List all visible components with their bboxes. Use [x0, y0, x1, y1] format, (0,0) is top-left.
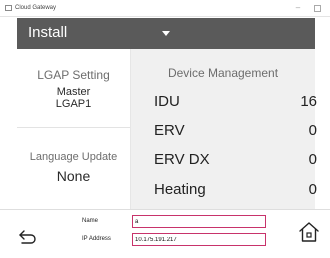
minimize-button[interactable]: – [290, 1, 306, 15]
device-label: ERV [154, 122, 185, 139]
name-label: Name [82, 218, 99, 224]
app-icon [5, 5, 12, 11]
device-row-heating[interactable]: Heating 0 [131, 181, 317, 201]
device-label: ERV DX [154, 151, 210, 168]
lgap-setting-title: LGAP Setting [37, 68, 110, 82]
maximize-icon [313, 5, 321, 12]
device-row-idu[interactable]: IDU 16 [131, 93, 317, 113]
ip-address-label: IP Address [82, 236, 111, 242]
footer-bar: Name IP Address [0, 209, 330, 258]
device-count: 16 [300, 93, 317, 110]
window-title: Cloud Gateway [15, 5, 57, 11]
device-row-erv[interactable]: ERV 0 [131, 122, 317, 142]
device-management-title: Device Management [167, 66, 279, 80]
caret-down-icon [162, 31, 170, 36]
section-divider [17, 127, 130, 128]
lgap-role: Master [56, 86, 91, 98]
ip-address-input[interactable] [132, 233, 266, 246]
language-update-status: None [56, 168, 91, 184]
dropdown-label: Install [28, 24, 68, 41]
back-arrow-icon [19, 230, 36, 244]
install-menu-dropdown[interactable]: Install [17, 18, 315, 49]
back-button[interactable] [17, 228, 39, 246]
lgap-name: LGAP1 [55, 98, 92, 110]
home-icon [299, 222, 319, 242]
header-bar: Install [0, 17, 330, 49]
name-input[interactable] [132, 215, 266, 228]
home-button[interactable] [298, 221, 320, 243]
device-row-erv-dx[interactable]: ERV DX 0 [131, 151, 317, 171]
title-bar: Cloud Gateway – [0, 0, 330, 17]
device-count: 0 [308, 122, 317, 139]
device-label: IDU [154, 93, 180, 110]
device-label: Heating [154, 181, 206, 198]
device-count: 0 [308, 181, 317, 198]
language-update-title: Language Update [29, 151, 118, 163]
device-count: 0 [308, 151, 317, 168]
device-management-panel: Device Management IDU 16 ERV 0 ERV DX 0 … [131, 49, 317, 209]
app-window: Cloud Gateway – Install LGAP Setting Mas… [0, 0, 330, 258]
maximize-button[interactable] [309, 1, 325, 15]
settings-panel: LGAP Setting Master LGAP1 Language Updat… [17, 49, 130, 209]
